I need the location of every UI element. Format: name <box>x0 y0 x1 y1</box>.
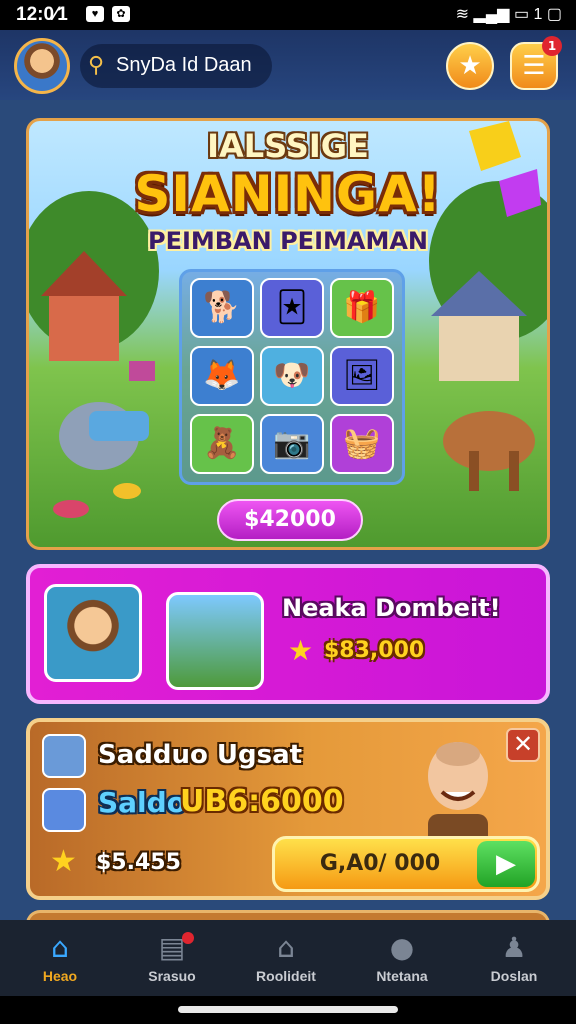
pet-icon: ● <box>389 931 415 964</box>
hero-subtitle: PEIMBAN PEIMAMAN <box>147 227 429 255</box>
bottom-nav: ⌂ Heao ▤ Srasuo ⌂ Roolideit ● Ntetana ♟ … <box>0 920 576 996</box>
nav-item-pet[interactable]: ● Ntetana <box>352 926 452 992</box>
hero-price-button[interactable]: $42000 <box>217 499 363 541</box>
nav-item-house[interactable]: ⌂ Roolideit <box>236 926 336 992</box>
grid-item-puppy[interactable]: 🐶 <box>260 346 324 406</box>
featured-value: $83,000 <box>324 638 425 663</box>
hero-panel: IALSSIGE SIANINGA! PEIMBAN PEIMAMAN 🐕 🃏 … <box>26 118 550 550</box>
featured-name: Neaka Dombeit! <box>282 594 501 622</box>
notification-badge: 1 <box>542 36 562 56</box>
close-icon: ✕ <box>512 730 534 758</box>
device-icon <box>42 734 86 778</box>
notification-icon: ♥ <box>86 6 104 22</box>
car-icon <box>42 788 86 832</box>
nav-label: Heao <box>42 968 78 984</box>
status-bar: 12:0⁄1 ♥ ✿ ≋ ▂▄▆ ▭ 1 ▢ <box>0 0 576 30</box>
nav-label: Ntetana <box>376 968 428 984</box>
hero-title: SIANINGA! <box>134 165 442 223</box>
system-home-bar <box>0 996 576 1024</box>
featured-banner[interactable]: Neaka Dombeit! ★ $83,000 <box>26 564 550 704</box>
hero-title-small: IALSSIGE <box>207 127 369 165</box>
grid-item-gift[interactable]: 🎁 <box>330 278 394 338</box>
wifi-icon: ≋ <box>455 6 470 23</box>
nav-item-profile[interactable]: ♟ Doslan <box>464 926 564 992</box>
grid-item-toybox[interactable]: 🧸 <box>190 414 254 474</box>
signal-icon: ▂▄▆ <box>473 6 510 23</box>
battery-outline-icon: ▢ <box>546 6 562 23</box>
star-icon: ★ <box>50 844 77 879</box>
item-grid: 🐕 🃏 🎁 🦊 🐶 🖼 🧸 📷 🧺 <box>179 269 405 485</box>
top-bar: ⚲ SnyDa Id Daan ★ ☰ 1 <box>0 30 576 100</box>
grid-item-frame[interactable]: 🖼 <box>330 346 394 406</box>
buy-button[interactable]: G,A0/ 000 ▶ <box>272 836 540 892</box>
menu-button[interactable]: ☰ 1 <box>510 36 562 90</box>
star-icon: ★ <box>458 51 482 81</box>
star-icon: ★ <box>288 634 314 667</box>
offer-heading: Sadduo Ugsat <box>98 740 303 770</box>
nav-item-home[interactable]: ⌂ Heao <box>10 926 110 992</box>
grid-item-basket[interactable]: 🧺 <box>330 414 394 474</box>
grid-item-fox[interactable]: 🦊 <box>190 346 254 406</box>
location-name: SnyDa Id Daan <box>116 54 252 76</box>
nav-label: Roolideit <box>256 968 316 984</box>
app-notification-icon: ✿ <box>112 6 130 22</box>
close-button[interactable]: ✕ <box>506 728 540 762</box>
nav-label: Doslan <box>490 968 538 984</box>
favorites-button[interactable]: ★ <box>446 42 494 90</box>
buy-button-label: G,A0/ 000 <box>319 851 441 876</box>
battery-level: 1 <box>533 6 543 23</box>
grid-item-dog[interactable]: 🐕 <box>190 278 254 338</box>
nav-badge <box>182 932 194 944</box>
house-icon: ⌂ <box>277 931 295 964</box>
offer-amount: $5.455 <box>96 850 181 875</box>
nav-label: Srasuo <box>148 968 196 984</box>
player-avatar[interactable] <box>14 38 70 94</box>
battery-icon: ▭ <box>513 6 530 23</box>
profile-icon: ♟ <box>501 931 527 964</box>
home-indicator[interactable] <box>178 1006 398 1013</box>
system-icons: ≋ ▂▄▆ ▭ 1 ▢ <box>456 4 562 24</box>
grid-item-camera[interactable]: 📷 <box>260 414 324 474</box>
character-thumbnail <box>44 584 142 682</box>
clock: 12:0⁄1 <box>16 4 68 25</box>
location-pin-icon: ⚲ <box>88 52 105 77</box>
menu-icon: ☰ <box>522 51 546 81</box>
nav-item-shop[interactable]: ▤ Srasuo <box>122 926 222 992</box>
location-chip[interactable]: ⚲ SnyDa Id Daan <box>80 44 272 88</box>
home-icon: ⌂ <box>51 931 69 964</box>
saldo-label: Saldo <box>98 786 186 819</box>
offer-panel: ✕ Sadduo Ugsat Saldo UB6:6000 ★ $5.455 G… <box>26 718 550 900</box>
play-icon: ▶ <box>477 841 535 887</box>
saldo-value: UB6:6000 <box>180 784 344 819</box>
machine-thumbnail <box>166 592 264 690</box>
grid-item-card[interactable]: 🃏 <box>260 278 324 338</box>
